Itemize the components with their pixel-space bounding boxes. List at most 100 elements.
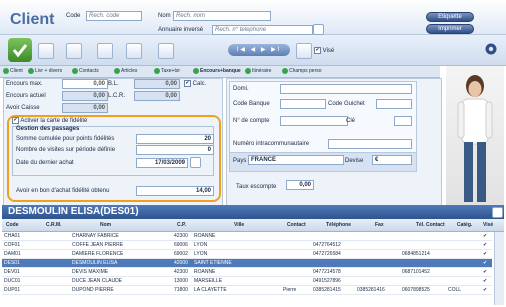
col-cp[interactable]: C.P. — [177, 222, 186, 228]
tab-contacts[interactable]: Contacts — [72, 67, 99, 76]
tab-champs-perso[interactable]: Champs perso — [282, 67, 322, 76]
annuaire-search-input[interactable]: Rech. n° telephone — [212, 25, 313, 35]
tab-articles[interactable]: Articles — [114, 67, 137, 76]
tab-encours-banque[interactable]: Encours+banque — [193, 67, 241, 76]
copy-icon[interactable] — [97, 43, 113, 59]
cell-ville: LA CLAYETTE — [194, 287, 227, 293]
table-row[interactable]: DUP01 DUPOND PIERRE 71800 LA CLAYETTE Pi… — [2, 286, 492, 295]
vise-label: Visé — [322, 48, 335, 55]
vise-checkbox[interactable]: ✔ Visé — [314, 47, 334, 54]
vise-check-icon: ✔ — [314, 47, 321, 54]
pays-field[interactable]: FRANCE — [248, 155, 344, 165]
etiquette-button[interactable]: Etiquette — [426, 12, 474, 22]
star-icon[interactable] — [296, 43, 312, 59]
col-crm[interactable]: C.R.M. — [46, 222, 62, 228]
table-row[interactable]: DAM01 DAMIERE FLORENCE 69002 LYON 047272… — [2, 250, 492, 259]
intracom-label: Numéro intracommunautaire — [233, 141, 310, 147]
code-guichet-field[interactable] — [376, 99, 412, 109]
code-banque-field[interactable] — [280, 99, 326, 109]
col-categ[interactable]: Catég. — [457, 222, 472, 228]
intracom-field[interactable] — [328, 139, 412, 149]
validate-icon[interactable] — [8, 38, 32, 62]
code-search-input[interactable]: Rech. code — [86, 11, 142, 21]
tab-itineraire[interactable]: Itinéraire — [245, 67, 271, 76]
col-tel-contact[interactable]: Tél. Contact — [416, 222, 445, 228]
code-label: Code — [66, 13, 81, 19]
tab-status-icon — [114, 67, 120, 74]
taux-escompte-field[interactable]: 0,00 — [286, 180, 314, 190]
delete-icon[interactable] — [66, 43, 82, 59]
col-telephone[interactable]: Téléphone — [326, 222, 351, 228]
gear-icon[interactable] — [483, 41, 499, 57]
lcr-field: 0,00 — [134, 91, 180, 101]
record-navigator[interactable]: I◀ ◀ ▶ ▶I — [228, 44, 290, 56]
date-dernier-achat-field[interactable]: 17/03/2009 — [136, 158, 188, 168]
cell-fax: 0385281416 — [357, 287, 385, 293]
cell-vise-check: ✔ — [483, 278, 488, 284]
cell-nom: COFFE JEAN PIERRE — [72, 242, 124, 248]
table-row[interactable]: CHA01 CHARNAY FABRICE 42300 ROANNE ✔ — [2, 232, 492, 241]
cell-vise-check: ✔ — [483, 251, 488, 257]
tab-livr-divers[interactable]: Livr + divers — [28, 67, 62, 76]
cell-cp: 42300 — [174, 233, 188, 239]
visites-field[interactable]: 0 — [136, 145, 214, 155]
table-row-selected[interactable]: DES01 DESMOULIN ELISA 42000 SAINT ETIENN… — [2, 259, 492, 268]
table-row[interactable]: DUC01 DUCE JEAN CLAUDE 13000 MARSEILLE 0… — [2, 277, 492, 286]
nom-search-input[interactable]: Rech. nom — [173, 11, 271, 21]
encours-max-field[interactable]: 0,00 — [62, 79, 108, 89]
grid-export-icon[interactable] — [492, 207, 503, 218]
cell-vise-check: ✔ — [483, 233, 488, 239]
cell-contact: Pierre — [283, 287, 297, 293]
client-photo[interactable] — [446, 66, 504, 216]
col-code[interactable]: Code — [6, 222, 19, 228]
tab-status-icon — [193, 67, 199, 74]
nom-label: Nom — [158, 13, 171, 19]
grid-title: DESMOULIN ELISA(DES01) — [8, 206, 139, 217]
cell-nom: DAMIERE FLORENCE — [72, 251, 124, 257]
imprimer-button[interactable]: Imprimer — [426, 24, 474, 34]
pays-label: Pays — [233, 158, 247, 164]
col-nom[interactable]: Nom — [100, 222, 111, 228]
cell-vise-check: ✔ — [483, 260, 488, 266]
col-fax[interactable]: Fax — [375, 222, 384, 228]
lcr-label: L.C.R. — [108, 93, 126, 99]
cell-nom: CHARNAY FABRICE — [72, 233, 119, 239]
col-ville[interactable]: Ville — [234, 222, 244, 228]
cell-nom: DUCE JEAN CLAUDE — [72, 278, 123, 284]
cell-code: DES01 — [4, 260, 20, 266]
tab-status-icon — [72, 67, 78, 74]
duplicate-icon[interactable] — [126, 43, 142, 59]
avoir-caisse-field: 0,00 — [62, 103, 108, 113]
somme-label: Somme cumulée pour points fidélités — [16, 136, 115, 142]
new-doc-icon[interactable] — [38, 43, 54, 59]
calendar-icon[interactable] — [190, 157, 201, 168]
devise-field[interactable]: € — [372, 155, 412, 165]
table-row[interactable]: COF01 COFFE JEAN PIERRE 69006 LYON 04727… — [2, 241, 492, 250]
annuaire-search-button[interactable] — [313, 24, 324, 35]
taux-escompte-label: Taux escompte — [236, 184, 277, 190]
domi-label: Domi. — [233, 86, 249, 92]
table-row[interactable]: DEV01 DEVIS MAXIME 42300 ROANNE 04772145… — [2, 268, 492, 277]
col-vise[interactable]: Visé — [483, 222, 493, 228]
activer-fidelite-checkbox[interactable]: ✔ Activer la carte de fidélité — [12, 117, 87, 124]
cell-ville: MARSEILLE — [194, 278, 223, 284]
compte-field[interactable] — [280, 116, 348, 126]
col-contact[interactable]: Contact — [287, 222, 306, 228]
tab-taxe[interactable]: Taxe+tsr — [154, 67, 180, 76]
avoir-caisse-label: Avoir Caisse — [6, 105, 40, 111]
search-icon[interactable] — [158, 43, 174, 59]
domi-field[interactable] — [280, 84, 412, 94]
cell-telephone: 0491527896 — [313, 278, 341, 284]
page-title: Client — [10, 11, 55, 28]
grid-scrollbar[interactable] — [494, 232, 504, 305]
cell-ville: ROANNE — [194, 269, 216, 275]
activer-fidelite-label: Activer la carte de fidélité — [20, 118, 88, 125]
somme-field[interactable]: 20 — [136, 134, 214, 144]
tab-status-icon — [3, 67, 9, 74]
avoir-fidelite-field[interactable]: 14,00 — [136, 186, 214, 196]
cell-tel-contact: 0687101452 — [402, 269, 430, 275]
tab-client[interactable]: Client — [3, 67, 23, 76]
cle-label: Clé — [346, 118, 356, 124]
cle-field[interactable] — [394, 116, 412, 126]
calc-checkbox[interactable]: ✔ Calc. — [184, 80, 206, 87]
